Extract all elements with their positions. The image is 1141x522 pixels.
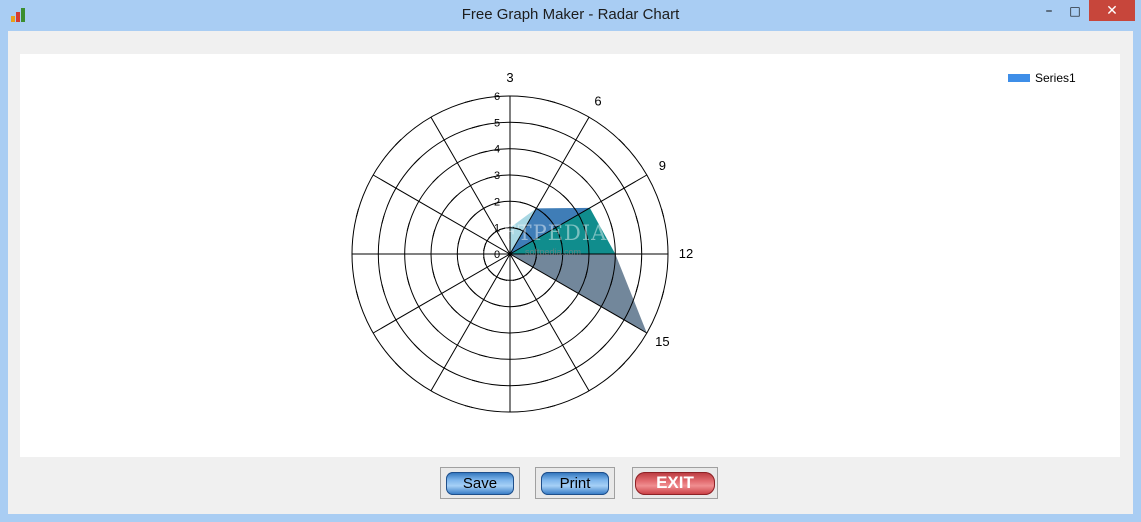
radar-minor-tick (450, 306, 458, 314)
radar-minor-tick (661, 290, 665, 299)
save-button-label: Save (446, 471, 514, 495)
radar-minor-tick (533, 150, 542, 154)
radar-minor-tick (526, 176, 535, 180)
radar-minor-tick (488, 269, 495, 276)
radar-minor-tick (413, 157, 421, 165)
radar-minor-tick (599, 157, 607, 165)
chart-legend: Series1 (1008, 71, 1076, 85)
radar-minor-tick (525, 269, 532, 276)
radar-minor-tick (450, 194, 458, 202)
radial-tick-label: 2 (494, 196, 500, 208)
radar-minor-tick (395, 139, 402, 146)
radar-minor-tick (661, 209, 665, 218)
radial-tick-label: 0 (494, 249, 500, 261)
radar-minor-tick (540, 125, 549, 129)
legend-label: Series1 (1035, 71, 1076, 85)
radial-tick-label: 6 (494, 91, 500, 103)
radar-minor-tick (546, 99, 555, 103)
radar-minor-tick (478, 354, 487, 358)
radar-minor-tick (562, 194, 570, 202)
title-bar: Free Graph Maker - Radar Chart – □ ✕ (0, 0, 1141, 30)
angle-label: 15 (655, 334, 669, 349)
radial-tick-label: 1 (494, 223, 500, 235)
radar-minor-tick (395, 362, 402, 369)
radar-minor-tick (581, 325, 588, 332)
radar-minor-tick (469, 288, 476, 295)
watermark-text: FTPEDIA (502, 221, 608, 245)
exit-button-label: EXIT (635, 471, 715, 495)
radar-minor-tick (483, 256, 487, 265)
radar-minor-tick (355, 209, 359, 218)
radar-minor-tick (465, 99, 474, 103)
radar-minor-tick (413, 343, 421, 351)
radar-minor-tick (546, 405, 555, 409)
radar-minor-tick (469, 213, 476, 220)
radar-minor-tick (432, 325, 439, 332)
angle-label: 6 (594, 94, 601, 109)
radar-minor-tick (526, 328, 535, 332)
radar-minor-tick (381, 284, 385, 293)
save-button[interactable]: Save (440, 467, 520, 499)
radar-spoke (430, 253, 511, 392)
radar-minor-tick (478, 150, 487, 154)
radar-minor-tick (635, 215, 639, 224)
radar-minor-tick (533, 354, 542, 358)
radial-tick-label: 4 (494, 144, 500, 156)
radar-minor-tick (485, 328, 494, 332)
radar-minor-tick (492, 303, 501, 307)
radar-minor-tick (562, 306, 570, 314)
radial-tick-label: 5 (494, 117, 500, 129)
radar-spoke (372, 174, 511, 255)
radar-minor-tick (610, 222, 614, 231)
angle-label: 9 (659, 158, 666, 173)
radar-minor-tick (512, 277, 521, 281)
window-title: Free Graph Maker - Radar Chart (461, 6, 680, 23)
radar-minor-tick (544, 288, 551, 295)
radar-minor-tick (540, 379, 549, 383)
radar-minor-tick (457, 263, 461, 272)
radar-minor-tick (432, 229, 436, 238)
minimize-button[interactable]: – (1036, 0, 1062, 21)
client-area: 0 1 2 3 4 5 6 3 6 9 12 15 FTPEDIA softpedia.com Ser… (8, 31, 1133, 514)
radar-minor-tick (581, 176, 588, 183)
radar-minor-tick (355, 290, 359, 299)
angle-label: 3 (506, 70, 513, 85)
radar-minor-tick (457, 236, 461, 245)
radar-minor-tick (471, 379, 480, 383)
watermark-url: softpedia.com (525, 247, 582, 257)
radar-spoke (372, 253, 511, 334)
close-button[interactable]: ✕ (1089, 0, 1135, 21)
radar-minor-tick (635, 284, 639, 293)
radar-minor-tick (599, 343, 607, 351)
print-button-label: Print (541, 471, 609, 495)
radar-minor-tick (499, 277, 508, 281)
print-button[interactable]: Print (535, 467, 615, 499)
chart-plot-area: 0 1 2 3 4 5 6 3 6 9 12 15 FTPEDIA softpedia.com Ser… (20, 54, 1120, 457)
radar-minor-tick (618, 362, 625, 369)
exit-button[interactable]: EXIT (632, 467, 718, 499)
radar-minor-tick (432, 176, 439, 183)
radar-minor-tick (381, 215, 385, 224)
angle-label: 12 (679, 246, 693, 261)
radar-minor-tick (485, 176, 494, 180)
radial-tick-label: 3 (494, 170, 500, 182)
radar-minor-tick (519, 201, 528, 205)
radar-minor-tick (618, 139, 625, 146)
legend-swatch (1008, 74, 1030, 82)
radar-minor-tick (519, 303, 528, 307)
radar-minor-tick (406, 277, 410, 286)
radar-minor-tick (406, 222, 410, 231)
radar-minor-tick (483, 243, 487, 252)
maximize-button[interactable]: □ (1062, 0, 1088, 21)
radar-minor-tick (471, 125, 480, 129)
radar-minor-tick (465, 405, 474, 409)
radar-minor-tick (432, 270, 436, 279)
